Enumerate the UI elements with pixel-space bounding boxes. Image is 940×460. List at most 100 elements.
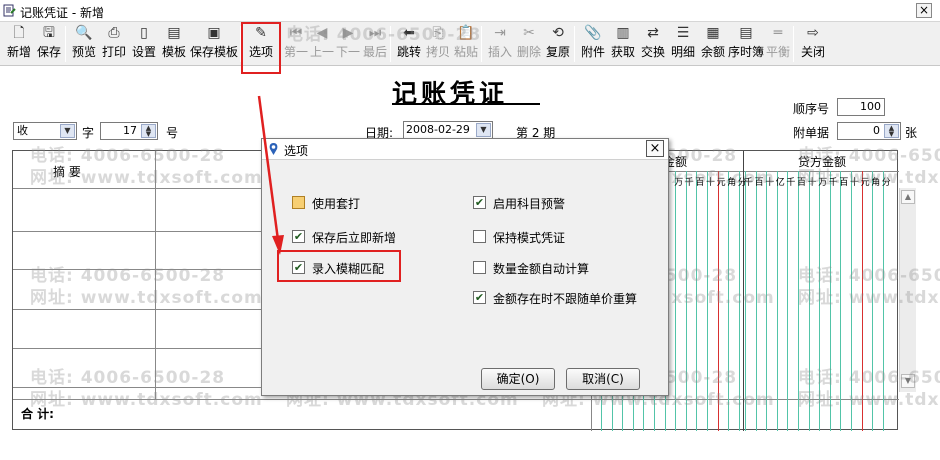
toolbar-button-insert[interactable]: ⇥ 插入 [485,24,515,64]
toolbar-button-label: 拷贝 [425,45,450,59]
toolbar-button-save[interactable]: 🖫 保存 [34,24,64,64]
attachment-icon: 📎 [584,25,602,41]
watermark-text: 网址: www.tdxsoft.com [798,390,940,410]
seq-label: 顺序号 [793,102,830,116]
toolbar-button-journal[interactable]: ▤ 序时簿 [728,24,764,64]
toolbar-button-template[interactable]: ▤ 模板 [159,24,189,64]
toolbar-button-new[interactable]: 🗋 新增 [4,24,34,64]
digit-col-line [776,171,778,431]
toolbar-button-label: 删除 [516,45,541,59]
toolbar-button-delete[interactable]: ✂ 删除 [515,24,543,64]
voucher-title-underline [392,103,540,105]
toolbar-button-label: 预览 [71,45,96,59]
credit-digit-label: 亿 [775,178,785,188]
voucher-number-value: 17 [123,124,137,137]
option-label: 保存后立即新增 [312,231,397,245]
toolbar-button-label: 保存 [36,45,61,59]
option-checkbox[interactable]: 使用套打 [292,194,482,212]
toolbar-button-label: 关闭 [800,45,825,59]
toolbar-button-label: 下一 [335,45,360,59]
toolbar-button-swap[interactable]: ⇄ 交换 [638,24,668,64]
watermark-text: 网址: www.tdxsoft.com [798,168,940,188]
option-checkbox[interactable]: 保持模式凭证 [473,228,663,246]
attach-unit: 张 [905,126,918,140]
option-checkbox[interactable]: ✔ 启用科目预警 [473,194,663,212]
toolbar-button-label: 新增 [6,45,31,59]
checkbox-checked-icon[interactable]: ✔ [473,196,486,209]
toolbar-button-label: 粘贴 [453,45,478,59]
toolbar-button-exit[interactable]: ⇨ 关闭 [797,24,829,64]
option-label: 启用科目预警 [493,197,566,211]
toolbar-button-detail[interactable]: ☰ 明细 [668,24,698,64]
date-field[interactable]: 2008-02-29 ▼ [403,121,493,139]
save-icon: 🖫 [43,25,55,41]
toolbar-button-attachment[interactable]: 📎 附件 [578,24,608,64]
option-label: 数量金额自动计算 [493,262,590,276]
print-icon: ⎙ [108,25,120,41]
preview-icon: 🔍 [75,25,93,41]
scroll-up-icon[interactable]: ▲ [901,190,915,204]
watermark-text: 网址: www.tdxsoft.com [30,390,263,410]
toolbar-button-settings[interactable]: ▯ 设置 [129,24,159,64]
toolbar-button-label: 获取 [610,45,635,59]
voucher-word-select[interactable]: 收 ▼ [13,122,77,140]
voucher-number-stepper[interactable]: 17 ▲ ▼ [100,122,158,140]
checkbox-unchecked-icon[interactable] [473,230,486,243]
toolbar-button-label: 最后 [362,45,387,59]
dialog-close-button[interactable]: × [646,140,664,157]
toolbar-button-label: 附件 [580,45,605,59]
seq-field[interactable]: 100 [837,98,885,116]
toolbar-button-label: 第一 [283,45,308,59]
toolbar-button-balance[interactable]: ▦ 余额 [698,24,728,64]
option-checkbox[interactable]: ✔ 保存后立即新增 [292,228,482,246]
toolbar-button-restore[interactable]: ⟲ 复原 [543,24,573,64]
toolbar-button-fetch[interactable]: ▥ 获取 [608,24,638,64]
chevron-down-icon[interactable]: ▼ [60,124,75,138]
highlight-arrow-icon [257,95,284,255]
option-label: 保持模式凭证 [493,231,566,245]
option-checkbox[interactable]: ✔ 金额存在时不跟随单价重算 [473,289,663,307]
toolbar-button-label: 上一 [309,45,334,59]
toolbar-button-label: 跳转 [396,45,421,59]
attach-stepper[interactable]: 0 ▲ ▼ [837,122,901,140]
toolbar-button-label: 模板 [161,45,186,59]
swap-icon: ⇄ [647,25,659,41]
watermark-text: 网址: www.tdxsoft.com [30,288,263,308]
calendar-dropdown-icon[interactable]: ▼ [476,123,491,137]
toolbar-button-label: 保存模板 [189,45,238,59]
toolbar-button-label: 设置 [131,45,156,59]
fuzzy-match-highlight [277,250,401,282]
options-button-highlight [241,22,281,74]
option-label: 金额存在时不跟随单价重算 [493,292,638,306]
toolbar-button-label: 插入 [487,45,512,59]
cancel-button[interactable]: 取消(C) [566,368,640,390]
toolbar-button-label: 复原 [545,45,570,59]
toolbar-button-label: 明细 [670,45,695,59]
attach-value: 0 [873,124,880,137]
toolbar-button-preview[interactable]: 🔍 预览 [69,24,99,64]
toolbar-separator [574,26,575,62]
option-checkbox[interactable]: 数量金额自动计算 [473,259,663,277]
number-label: 号 [166,126,179,140]
delete-icon: ✂ [523,25,535,41]
checkbox-unchecked-icon[interactable] [292,196,305,209]
checkbox-checked-icon[interactable]: ✔ [473,291,486,304]
stepper-arrows-icon[interactable]: ▲ ▼ [141,124,156,138]
ok-button[interactable]: 确定(O) [481,368,555,390]
window-close-button[interactable]: × [916,3,932,18]
toolbar-button-label: 序时簿 [728,45,765,59]
digit-col-line [787,171,789,431]
fetch-icon: ▥ [616,25,630,41]
toolbar-separator [65,26,66,62]
window-title: 记账凭证 - 新增 [20,6,104,20]
dialog-title-bar: 选项 × [262,139,668,160]
toolbar-button-label: 打印 [101,45,126,59]
toolbar-button-save-template[interactable]: ▣ 保存模板 [189,24,239,64]
save-template-icon: ▣ [207,25,221,41]
toolbar-button-balance-check[interactable]: ═ 平衡 [764,24,792,64]
checkbox-checked-icon[interactable]: ✔ [292,230,305,243]
stepper-arrows-icon[interactable]: ▲ ▼ [884,124,899,138]
toolbar-button-print[interactable]: ⎙ 打印 [99,24,129,64]
app-icon [3,4,16,17]
checkbox-unchecked-icon[interactable] [473,261,486,274]
